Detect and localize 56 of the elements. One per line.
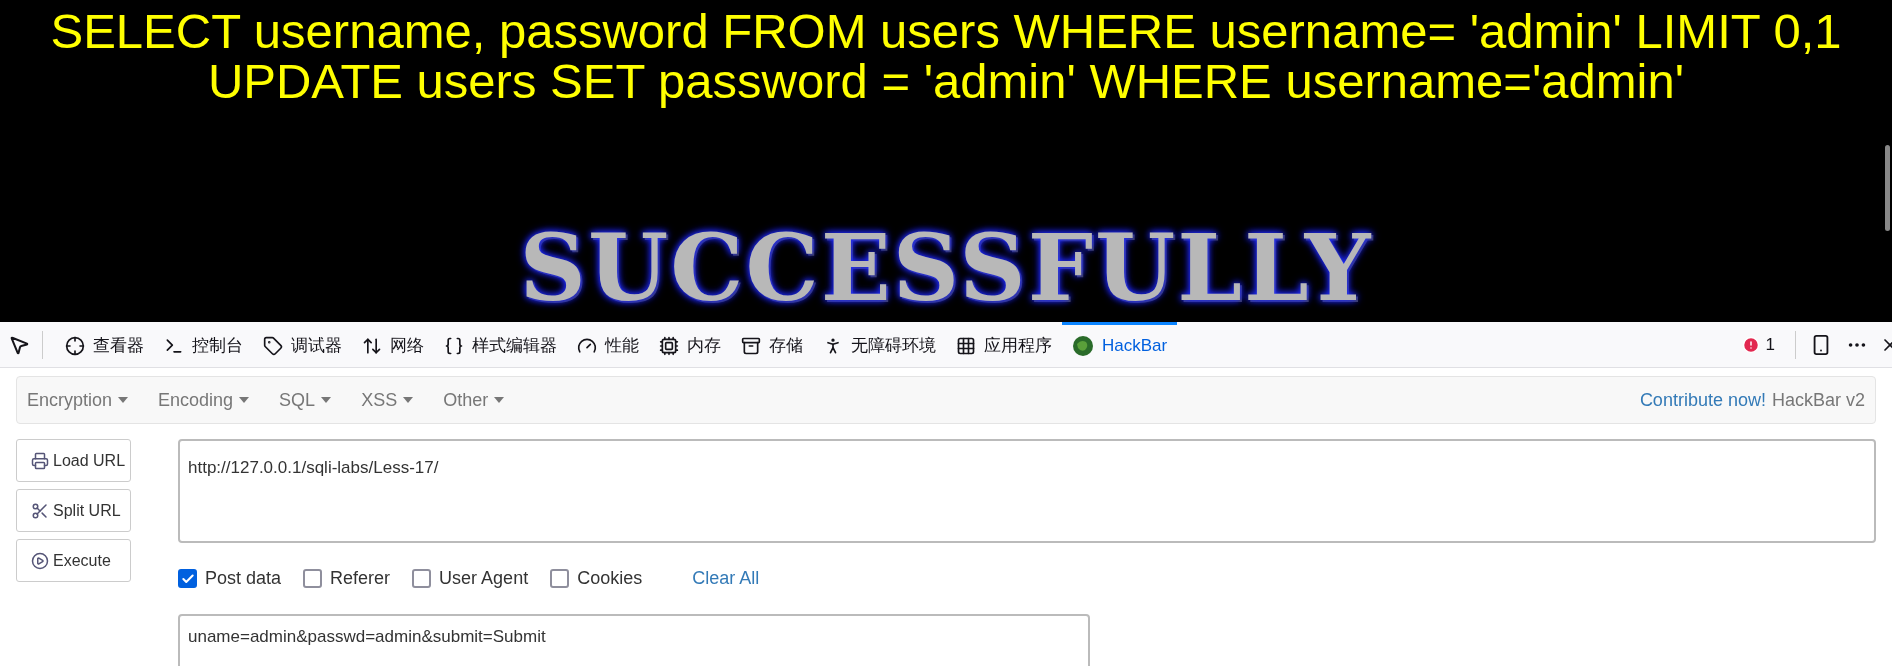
grid-icon [956,336,976,356]
caret-icon [403,397,414,403]
play-icon [31,551,49,570]
devtools-tab[interactable]: 应用程序 [946,321,1062,368]
hackbar-button[interactable]: Split URL [16,489,131,532]
globe-icon [1072,335,1094,357]
contribute-link[interactable]: Contribute now! [1639,386,1766,414]
post-data-field[interactable]: uname=admin&passwd=admin&submit=Submit [178,614,1090,666]
error-icon [1741,335,1760,354]
devtools-tab[interactable]: 调试器 [253,321,352,368]
clear-all-link[interactable]: Clear All [692,565,760,592]
gauge-icon [577,336,597,356]
menu-dropdown[interactable]: Encryption [27,386,144,414]
checkbox[interactable] [550,569,570,588]
chip-icon [659,336,679,356]
scrollbar[interactable] [1885,145,1890,231]
sql-query-text: SELECT username, password FROM users WHERE username= 'admin' LIMIT 0,1 [50,6,1842,56]
devtools-tab[interactable]: 样式编辑器 [434,321,567,368]
terminal-icon [164,336,184,356]
checkbox-label: Post data [205,567,282,590]
menu-dropdown[interactable]: Encoding [143,386,265,414]
caret-icon [118,397,129,403]
devtools-tab[interactable]: 查看器 [55,321,154,368]
devtools-tab[interactable]: 内存 [649,321,731,368]
hackbar-button[interactable]: Load URL [16,439,131,482]
devtools-tab[interactable]: 性能 [567,321,649,368]
caret-icon [321,397,332,403]
checkbox-label: Referer [330,567,391,590]
checkbox[interactable] [412,569,432,588]
hackbar-button[interactable]: Execute [16,539,131,582]
braces-icon [444,336,464,356]
arrows-icon [362,336,382,356]
devtools-tab[interactable]: 控制台 [154,321,253,368]
menu-dropdown[interactable]: SQL [264,386,347,414]
version-label: HackBar v2 [1771,388,1865,412]
tag-icon [263,336,283,356]
devtools-tab[interactable]: HackBar [1062,321,1178,368]
success-title: SUCCESSFULLY [519,224,1373,312]
menu-dropdown[interactable]: Other [428,386,520,414]
scissors-icon [31,501,49,520]
printer-icon [31,451,49,470]
caret-icon [494,397,505,403]
caret-icon [239,397,250,403]
checkbox-label: User Agent [439,567,529,590]
url-field[interactable]: http://127.0.0.1/sqli-labs/Less-17/ [178,439,1876,543]
checkbox[interactable] [303,569,323,588]
checkbox[interactable] [178,569,197,588]
crosshair-icon [65,336,85,356]
menu-dropdown[interactable]: XSS [346,386,429,414]
devtools-tab[interactable]: 网络 [352,321,434,368]
devtools-tab[interactable]: 无障碍环境 [813,321,946,368]
checkbox-label: Cookies [577,567,643,590]
error-count[interactable]: 1 [1765,331,1775,358]
archive-icon [741,336,761,356]
devtools-tab[interactable]: 存储 [731,321,813,368]
check-icon [180,571,195,586]
